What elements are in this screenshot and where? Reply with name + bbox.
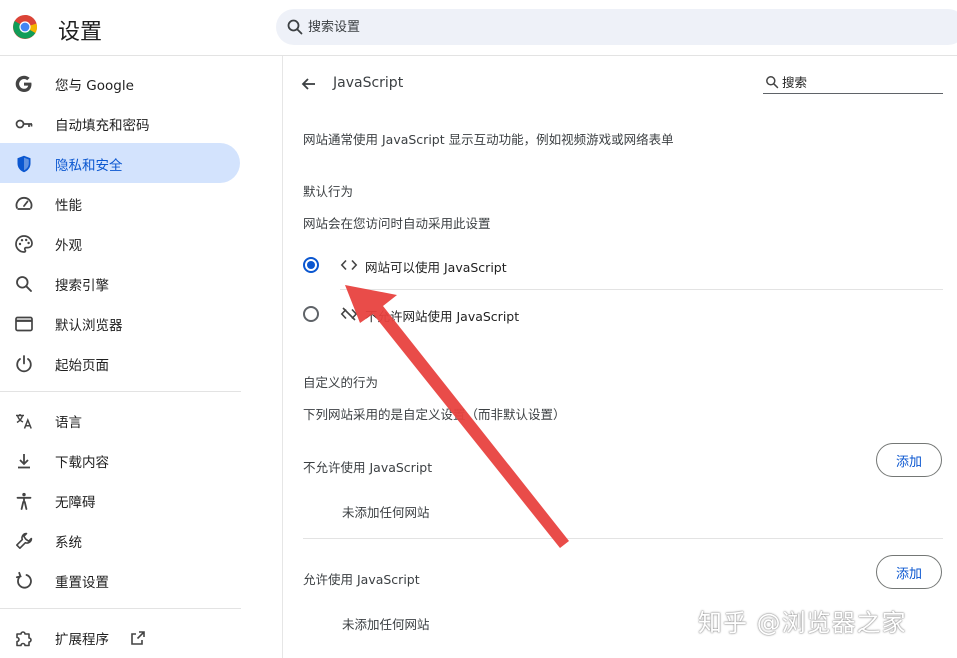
sidebar-item-default-browser[interactable]: 默认浏览器: [0, 303, 240, 343]
sidebar-item-label: 重置设置: [55, 575, 109, 591]
code-off-icon: [340, 307, 358, 321]
browser-window-icon: [15, 316, 33, 332]
radio-allow-javascript[interactable]: [303, 257, 319, 273]
add-allowed-site-button[interactable]: 添加: [876, 555, 942, 589]
reset-icon: [15, 571, 32, 589]
sidebar-item-languages[interactable]: 语言: [0, 400, 240, 440]
sidebar-item-label: 起始页面: [55, 358, 109, 374]
sidebar-item-label: 搜索引擎: [55, 278, 109, 294]
sidebar-item-extensions[interactable]: 扩展程序: [0, 617, 240, 657]
add-blocked-site-button[interactable]: 添加: [876, 443, 942, 477]
settings-sidebar: 您与 Google 自动填充和密码 隐私和安全 性能 外观 搜索引擎 默认浏览器…: [0, 56, 280, 658]
speedometer-icon: [15, 196, 33, 210]
sidebar-item-privacy-security[interactable]: 隐私和安全: [0, 143, 240, 183]
sidebar-item-label: 自动填充和密码: [55, 118, 150, 134]
custom-behavior-subtitle: 下列网站采用的是自定义设置（而非默认设置）: [303, 407, 566, 422]
block-list-empty-text: 未添加任何网站: [342, 505, 430, 520]
sidebar-item-label: 无障碍: [55, 495, 96, 511]
sidebar-item-label: 隐私和安全: [55, 158, 123, 174]
puzzle-icon: [16, 631, 32, 647]
sidebar-item-label: 您与 Google: [55, 78, 134, 94]
sidebar-item-label: 外观: [55, 238, 82, 254]
radio-block-javascript[interactable]: [303, 306, 319, 322]
app-title: 设置: [58, 20, 103, 45]
option-divider: [340, 289, 943, 290]
allow-list-empty-text: 未添加任何网站: [342, 617, 430, 632]
page-title: JavaScript: [333, 75, 404, 91]
sidebar-item-label: 性能: [55, 198, 82, 214]
accessibility-icon: [16, 492, 32, 510]
list-divider: [303, 538, 943, 539]
sidebar-item-on-startup[interactable]: 起始页面: [0, 343, 240, 383]
palette-icon: [15, 235, 33, 253]
default-behavior-subtitle: 网站会在您访问时自动采用此设置: [303, 216, 491, 231]
sidebar-item-you-and-google[interactable]: 您与 Google: [0, 63, 240, 103]
page-description: 网站通常使用 JavaScript 显示互动功能，例如视频游戏或网络表单: [303, 132, 674, 147]
sidebar-item-appearance[interactable]: 外观: [0, 223, 240, 263]
top-header: 设置: [0, 0, 957, 56]
code-brackets-icon: [340, 259, 358, 271]
search-icon: [287, 19, 303, 35]
chrome-logo-icon: [13, 15, 37, 39]
external-link-icon[interactable]: [130, 630, 146, 646]
allow-list-title: 允许使用 JavaScript: [303, 572, 420, 587]
sidebar-item-system[interactable]: 系统: [0, 520, 240, 560]
sidebar-item-autofill[interactable]: 自动填充和密码: [0, 103, 240, 143]
search-icon: [16, 276, 32, 292]
sidebar-item-label: 系统: [55, 535, 82, 551]
settings-search-input[interactable]: [308, 9, 908, 45]
sidebar-divider: [0, 391, 241, 392]
download-icon: [18, 454, 30, 469]
sidebar-item-label: 默认浏览器: [55, 318, 123, 334]
sidebar-item-reset-settings[interactable]: 重置设置: [0, 560, 240, 600]
translate-icon: [16, 414, 32, 429]
key-icon: [15, 119, 33, 129]
custom-behavior-heading: 自定义的行为: [303, 375, 379, 390]
power-icon: [16, 355, 32, 373]
sidebar-item-accessibility[interactable]: 无障碍: [0, 480, 240, 520]
option-block-javascript-label[interactable]: 不允许网站使用 JavaScript: [365, 306, 519, 325]
search-icon: [766, 76, 779, 89]
block-list-title: 不允许使用 JavaScript: [303, 460, 433, 475]
sidebar-item-label: 扩展程序: [55, 632, 109, 648]
javascript-settings-panel: JavaScript 网站通常使用 JavaScript 显示互动功能，例如视频…: [282, 56, 957, 658]
back-arrow-icon[interactable]: [299, 74, 319, 94]
watermark: 知乎 @浏览器之家: [698, 609, 907, 637]
google-g-icon: [15, 75, 32, 92]
settings-search-bar[interactable]: [276, 9, 957, 45]
sidebar-item-label: 下载内容: [55, 455, 109, 471]
wrench-icon: [16, 532, 33, 549]
sidebar-item-search-engine[interactable]: 搜索引擎: [0, 263, 240, 303]
panel-search[interactable]: [763, 72, 943, 94]
default-behavior-heading: 默认行为: [303, 184, 354, 199]
shield-icon: [17, 155, 31, 173]
panel-search-input[interactable]: [782, 72, 932, 92]
sidebar-item-downloads[interactable]: 下载内容: [0, 440, 240, 480]
option-allow-javascript-label[interactable]: 网站可以使用 JavaScript: [365, 257, 507, 276]
sidebar-item-performance[interactable]: 性能: [0, 183, 240, 223]
sidebar-item-label: 语言: [55, 415, 82, 431]
sidebar-divider: [0, 608, 241, 609]
